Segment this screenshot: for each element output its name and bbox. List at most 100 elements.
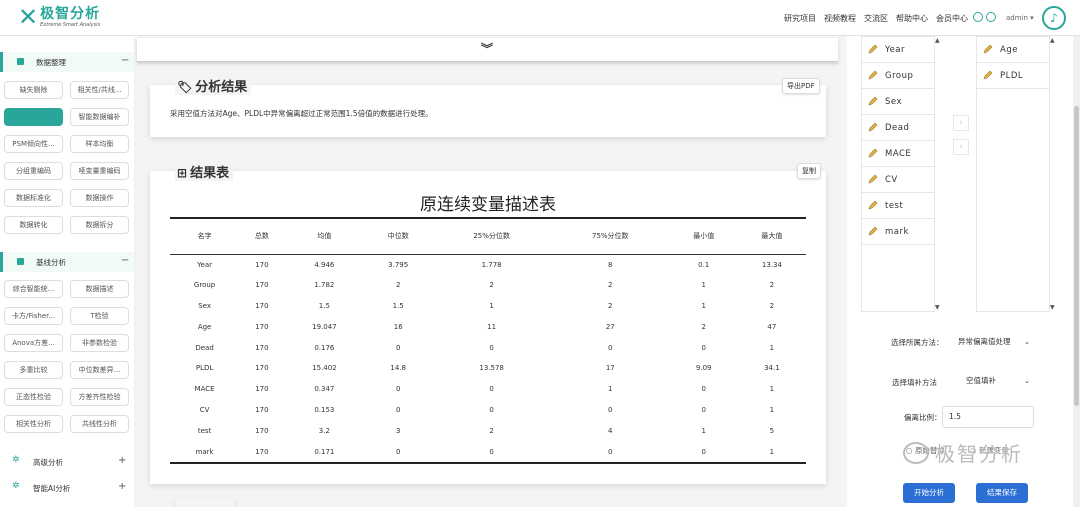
sidebar-tool-button[interactable]: 共线性分析	[70, 415, 129, 433]
expand-icon[interactable]: +	[118, 455, 126, 466]
collapse-bar[interactable]: ︾	[137, 38, 838, 62]
variable-item[interactable]: PLDL	[977, 63, 1050, 89]
fill-select[interactable]: 空值填补 ⌄	[958, 371, 1034, 391]
sidebar-tool-button[interactable]: 方差齐性检验	[70, 388, 129, 406]
variable-item[interactable]: Age	[977, 37, 1050, 63]
ratio-input[interactable]: 1.5	[942, 406, 1034, 428]
sidebar-section-ai[interactable]: ✲ 智能AI分析 +	[0, 478, 135, 498]
sidebar-tool-button[interactable]: 正态性检验	[4, 388, 63, 406]
table-cell: 0	[395, 447, 401, 456]
start-analysis-button[interactable]: 开始分析	[903, 483, 955, 503]
user-menu[interactable]: admin ▾	[1006, 14, 1034, 22]
nav-projects[interactable]: 研究项目	[784, 13, 816, 24]
table-cell: 1.5	[392, 301, 404, 310]
sidebar-section-baseline[interactable]: 基线分析 −	[0, 252, 135, 272]
table-cell: 2	[608, 281, 613, 290]
sidebar-tool-button[interactable]: 卡方/Fisher...	[4, 307, 63, 325]
double-chevron-down-icon[interactable]: ︾	[481, 40, 493, 57]
table-header-cell: 25%分位数	[432, 218, 551, 255]
table-cell: 170	[255, 301, 269, 310]
table-cell: 14.8	[390, 364, 406, 373]
sidebar-tool-button[interactable]: Anova方差...	[4, 334, 63, 352]
scroll-down-icon[interactable]: ▼	[1050, 304, 1055, 311]
selected-variables-list[interactable]: Age PLDL	[976, 36, 1050, 312]
variable-item[interactable]: MACE	[862, 141, 935, 167]
table-cell: 1	[769, 343, 775, 352]
table-row: Dead 170 0.176 0 0 0 0 1	[170, 337, 806, 358]
next-panel-tab	[175, 498, 235, 507]
table-cell: Group	[193, 281, 216, 290]
variable-item[interactable]: test	[862, 193, 935, 219]
scroll-up-icon[interactable]: ▲	[1050, 37, 1055, 44]
table-cell: 4.946	[314, 260, 335, 269]
sidebar-section-data[interactable]: 数据整理 −	[0, 52, 135, 72]
sidebar-tool-button[interactable]: 数据标准化	[4, 189, 63, 207]
collapse-icon[interactable]: −	[121, 55, 129, 66]
table-cell: 2	[395, 281, 401, 290]
table-cell: 27	[605, 322, 615, 331]
table-cell: 47	[767, 322, 777, 331]
variable-item[interactable]: Year	[862, 37, 935, 63]
collapse-icon[interactable]: −	[121, 255, 129, 266]
brand-logo[interactable]: ✕ 极智分析 Extreme Smart Analysis	[18, 5, 100, 29]
sidebar-tool-button[interactable]: 哑变量重编码	[70, 162, 129, 180]
sidebar-tool-button[interactable]: 缺失剔除	[4, 81, 63, 99]
section-label: 基线分析	[36, 258, 66, 267]
method-select[interactable]: 异常偏离值处理 ⌄	[950, 332, 1034, 352]
pencil-icon	[868, 122, 878, 132]
table-header-cell: 75%分位数	[550, 218, 670, 255]
variable-item[interactable]: Sex	[862, 89, 935, 115]
sidebar-tool-button[interactable]: PSM倾向性...	[4, 135, 63, 153]
nav-help[interactable]: 帮助中心	[896, 13, 928, 24]
table-header-cell: 均值	[284, 218, 365, 255]
tiktok-icon[interactable]: ♪	[1042, 6, 1066, 30]
table-cell: 1	[769, 405, 775, 414]
sidebar-tool-button[interactable]: 多重比较	[4, 361, 63, 379]
sidebar-tool-button[interactable]: 数据拆分	[70, 216, 129, 234]
scrollbar-thumb[interactable]	[1074, 106, 1079, 406]
sidebar-tool-button[interactable]: 分组重编码	[4, 162, 63, 180]
sidebar-tool-button[interactable]: 综合智能统...	[4, 280, 63, 298]
section-label: 智能AI分析	[33, 484, 71, 493]
variable-item[interactable]: CV	[862, 167, 935, 193]
sidebar-tool-button[interactable]: 数据描述	[70, 280, 129, 298]
nav-videos[interactable]: 视频教程	[824, 13, 856, 24]
theme-icon[interactable]	[986, 12, 996, 22]
table-row: Year 170 4.946 3.795 1.778 8 0.1 13.34	[170, 254, 806, 275]
sidebar-tool-button[interactable]: 相关性/共线...	[70, 81, 129, 99]
move-right-button[interactable]: ›	[953, 115, 969, 131]
copy-button[interactable]: 复制	[797, 163, 821, 179]
pencil-icon	[983, 44, 993, 54]
sidebar-tool-button[interactable]: T检验	[70, 307, 129, 325]
scroll-up-icon[interactable]: ▲	[935, 37, 940, 44]
variable-item[interactable]: Group	[862, 63, 935, 89]
nav-member[interactable]: 会员中心	[936, 13, 968, 24]
result-title: 🏷 分析结果	[175, 76, 252, 95]
sidebar-tool-button[interactable]: 异常值处理	[4, 108, 63, 126]
variable-item[interactable]: mark	[862, 219, 935, 245]
table-section-title-text: 结果表	[190, 166, 230, 181]
export-pdf-button[interactable]: 导出PDF	[782, 78, 820, 94]
move-left-button[interactable]: ‹	[953, 139, 969, 155]
settings-icon[interactable]	[973, 12, 983, 22]
expand-icon[interactable]: +	[118, 481, 126, 492]
scroll-down-icon[interactable]: ▼	[935, 304, 940, 311]
sidebar-tool-button[interactable]: 智能数据编补	[70, 108, 129, 126]
sidebar-tool-button[interactable]: 数据操作	[70, 189, 129, 207]
right-scrollbar[interactable]	[1073, 36, 1080, 507]
variable-item[interactable]: Dead	[862, 115, 935, 141]
pencil-icon	[868, 200, 878, 210]
save-result-button[interactable]: 结果保存	[976, 483, 1028, 503]
table-header-cell: 总数	[239, 218, 285, 255]
logo-x-icon: ✕	[18, 3, 39, 31]
nav-forum[interactable]: 交流区	[864, 13, 888, 24]
sidebar-tool-button[interactable]: 非参数检验	[70, 334, 129, 352]
sidebar-tool-button[interactable]: 样本均衡	[70, 135, 129, 153]
sidebar-tool-button[interactable]: 中位数差异...	[70, 361, 129, 379]
sidebar-tool-button[interactable]: 相关性分析	[4, 415, 63, 433]
table-cell: 4	[608, 426, 613, 435]
sidebar-tool-button[interactable]: 数据转化	[4, 216, 63, 234]
available-variables-list[interactable]: Year Group Sex Dead MACE CV test mark	[861, 36, 935, 312]
table-header-cell: 最大值	[737, 218, 806, 255]
sidebar-section-advanced[interactable]: ✲ 高级分析 +	[0, 452, 135, 472]
